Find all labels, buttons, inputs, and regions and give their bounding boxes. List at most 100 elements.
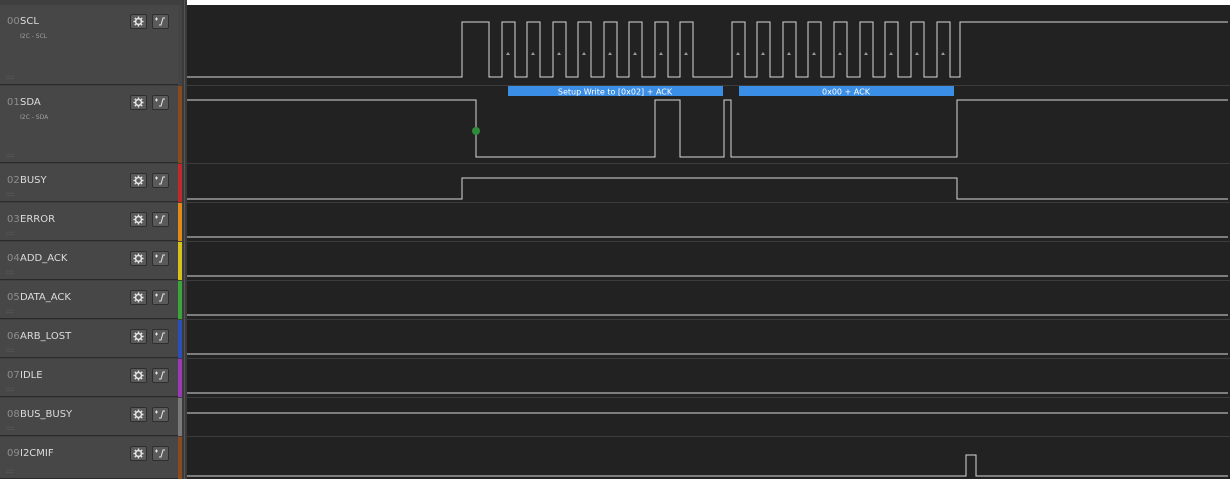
- channel-number: 09: [7, 448, 20, 459]
- trigger-button[interactable]: [152, 14, 169, 29]
- channel-analyzer-label: I2C - SDA: [20, 114, 49, 121]
- i2cmif-waveform: [187, 454, 1228, 477]
- clock-edge-marker: [557, 52, 561, 55]
- channel-settings-button[interactable]: [130, 290, 147, 305]
- trigger-icon: [155, 371, 165, 380]
- drag-handle-icon[interactable]: ::::: [6, 269, 14, 276]
- channel-name[interactable]: SDA: [20, 97, 41, 108]
- channel-settings-button[interactable]: [130, 368, 147, 383]
- clock-edge-marker: [608, 52, 612, 55]
- drag-handle-icon[interactable]: ::::: [6, 386, 14, 393]
- clock-edge-marker: [582, 52, 586, 55]
- channel-number: 05: [7, 292, 20, 303]
- trigger-button[interactable]: [152, 173, 169, 188]
- clock-edge-marker: [506, 52, 510, 55]
- channel-settings-button[interactable]: [130, 329, 147, 344]
- trigger-button[interactable]: [152, 251, 169, 266]
- decoder-label-data: 0x00 + ACK: [822, 88, 871, 97]
- gear-icon: [133, 16, 144, 27]
- start-condition-marker: [472, 127, 480, 135]
- channel-number: 04: [7, 253, 20, 264]
- trigger-button[interactable]: [152, 212, 169, 227]
- channel-name[interactable]: BUS_BUSY: [20, 409, 72, 420]
- drag-handle-icon[interactable]: ::::: [6, 308, 14, 315]
- channel-row-data_ack[interactable]: 05 DATA_ACK::::: [0, 281, 185, 319]
- channel-name[interactable]: I2CMIF: [20, 448, 54, 459]
- scl-waveform: [187, 21, 1228, 78]
- clock-edge-marker: [659, 52, 663, 55]
- trigger-icon: [155, 215, 165, 224]
- channel-row-busy[interactable]: 02 BUSY::::: [0, 164, 185, 202]
- channel-number: 08: [7, 409, 20, 420]
- channel-settings-button[interactable]: [130, 446, 147, 461]
- channel-settings-button[interactable]: [130, 173, 147, 188]
- channel-settings-button[interactable]: [130, 95, 147, 110]
- clock-edge-marker: [633, 52, 637, 55]
- gear-icon: [133, 409, 144, 420]
- gear-icon: [133, 370, 144, 381]
- clock-edge-marker: [736, 52, 740, 55]
- channel-row-arb_lost[interactable]: 06 ARB_LOST::::: [0, 320, 185, 358]
- trigger-icon: [155, 410, 165, 419]
- trigger-icon: [155, 449, 165, 458]
- trigger-button[interactable]: [152, 329, 169, 344]
- channel-number: 01: [7, 97, 20, 108]
- channel-name[interactable]: BUSY: [20, 175, 47, 186]
- channel-number: 06: [7, 331, 20, 342]
- channel-row-error[interactable]: 03 ERROR::::: [0, 203, 185, 241]
- trigger-icon: [155, 254, 165, 263]
- trigger-button[interactable]: [152, 446, 169, 461]
- trigger-icon: [155, 293, 165, 302]
- trigger-button[interactable]: [152, 407, 169, 422]
- channel-name[interactable]: DATA_ACK: [20, 292, 71, 303]
- decoder-label-address: Setup Write to [0x02] + ACK: [558, 88, 673, 97]
- channel-row-scl[interactable]: 00 SCL I2C - SCL::::: [0, 5, 185, 85]
- channel-analyzer-label: I2C - SCL: [20, 33, 48, 40]
- drag-handle-icon[interactable]: ::::: [6, 347, 14, 354]
- waveform-canvas[interactable]: Setup Write to [0x02] + ACK 0x00 + ACK: [187, 5, 1230, 479]
- logic-analyzer-window: 00 SCL I2C - SCL:::: 01 SDA I2C - SDA:::: 02 BU…: [0, 0, 1230, 479]
- gear-icon: [133, 97, 144, 108]
- waveform-area[interactable]: Setup Write to [0x02] + ACK 0x00 + ACK: [187, 5, 1230, 479]
- clock-edge-marker: [889, 52, 893, 55]
- channel-settings-button[interactable]: [130, 407, 147, 422]
- channel-name[interactable]: SCL: [20, 16, 39, 27]
- clock-edge-marker: [787, 52, 791, 55]
- clock-edge-marker: [915, 52, 919, 55]
- drag-handle-icon[interactable]: ::::: [6, 230, 14, 237]
- trigger-button[interactable]: [152, 290, 169, 305]
- drag-handle-icon[interactable]: ::::: [6, 468, 14, 475]
- clock-edge-marker: [761, 52, 765, 55]
- drag-handle-icon[interactable]: ::::: [6, 74, 14, 81]
- channel-list: 00 SCL I2C - SCL:::: 01 SDA I2C - SDA:::: 02 BU…: [0, 0, 185, 479]
- channel-settings-button[interactable]: [130, 212, 147, 227]
- divider-line: [184, 0, 185, 479]
- trigger-button[interactable]: [152, 95, 169, 110]
- channel-name[interactable]: ADD_ACK: [20, 253, 67, 264]
- channel-settings-button[interactable]: [130, 251, 147, 266]
- gear-icon: [133, 214, 144, 225]
- drag-handle-icon[interactable]: ::::: [6, 425, 14, 432]
- clock-edge-marker: [812, 52, 816, 55]
- trigger-button[interactable]: [152, 368, 169, 383]
- gear-icon: [133, 331, 144, 342]
- clock-edge-marker: [531, 52, 535, 55]
- channel-row-add_ack[interactable]: 04 ADD_ACK::::: [0, 242, 185, 280]
- sda-waveform: [187, 99, 1228, 158]
- channel-row-bus_busy[interactable]: 08 BUS_BUSY::::: [0, 398, 185, 436]
- channel-row-sda[interactable]: 01 SDAI2C - SDA::::: [0, 86, 185, 163]
- channel-name[interactable]: ARB_LOST: [20, 331, 71, 342]
- gear-icon: [133, 253, 144, 264]
- channel-row-i2cmif[interactable]: 09 I2CMIF::::: [0, 437, 185, 479]
- drag-handle-icon[interactable]: ::::: [6, 152, 14, 159]
- channel-name[interactable]: IDLE: [20, 370, 43, 381]
- channel-name[interactable]: ERROR: [20, 214, 55, 225]
- channel-number: 02: [7, 175, 20, 186]
- trigger-icon: [155, 332, 165, 341]
- clock-edge-marker: [684, 52, 688, 55]
- gear-icon: [133, 448, 144, 459]
- channel-row-idle[interactable]: 07 IDLE::::: [0, 359, 185, 397]
- channel-settings-button[interactable]: [130, 14, 147, 29]
- channel-number: 03: [7, 214, 20, 225]
- drag-handle-icon[interactable]: ::::: [6, 191, 14, 198]
